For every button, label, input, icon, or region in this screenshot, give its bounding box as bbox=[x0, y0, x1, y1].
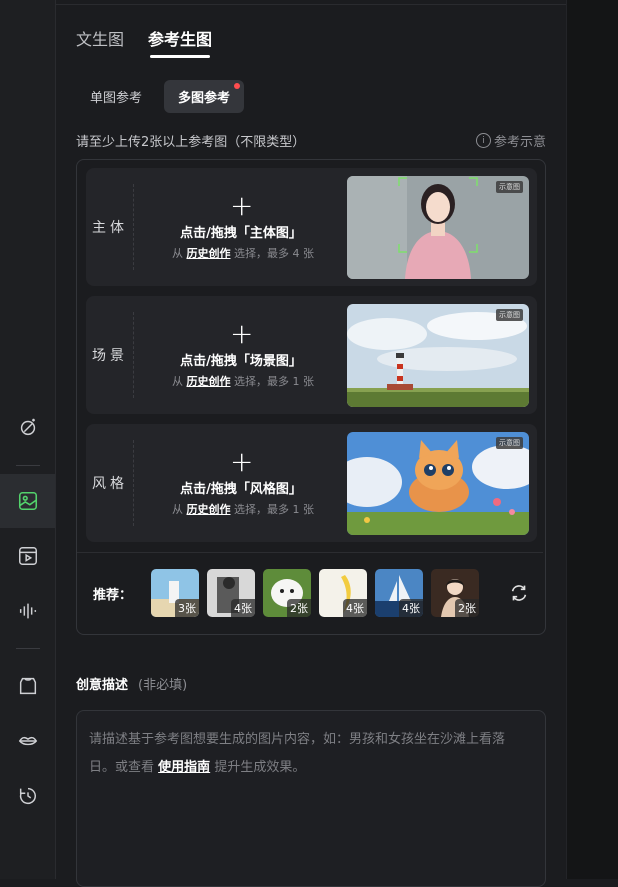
style-upload-text[interactable]: 点击/拖拽「风格图」 bbox=[156, 478, 326, 497]
recommend-item[interactable]: 4张 bbox=[319, 569, 367, 617]
scene-label: 场景 bbox=[92, 348, 128, 364]
subject-example-image: 示意图 bbox=[347, 176, 529, 279]
image-icon[interactable] bbox=[0, 474, 55, 528]
style-card[interactable]: 风格 + 点击/拖拽「风格图」 从 历史创作 选择，最多 1 张 示意图 bbox=[86, 424, 537, 542]
plus-icon[interactable]: + bbox=[230, 448, 253, 476]
subject-card[interactable]: 主体 + 点击/拖拽「主体图」 从 历史创作 选择，最多 4 张 示意图 bbox=[86, 168, 537, 286]
lips-icon[interactable] bbox=[0, 714, 55, 768]
subject-upload-text[interactable]: 点击/拖拽「主体图」 bbox=[156, 222, 326, 241]
video-icon[interactable] bbox=[0, 529, 55, 583]
tab-reference-image[interactable]: 参考生图 bbox=[148, 26, 212, 50]
example-tag: 示意图 bbox=[496, 437, 523, 449]
recommend-count: 2张 bbox=[455, 599, 479, 617]
recommend-item[interactable]: 2张 bbox=[431, 569, 479, 617]
recommend-label: 推荐： bbox=[93, 588, 133, 603]
magic-icon[interactable] bbox=[0, 400, 55, 454]
style-label: 风格 bbox=[92, 476, 128, 492]
recommend-count: 2张 bbox=[287, 599, 311, 617]
history-link[interactable]: 历史创作 bbox=[187, 247, 231, 260]
upload-hint: 请至少上传2张以上参考图（不限类型） bbox=[76, 135, 306, 150]
scene-upload-text[interactable]: 点击/拖拽「场景图」 bbox=[156, 350, 326, 369]
guide-link[interactable]: 使用指南 bbox=[158, 760, 210, 775]
dash-divider bbox=[133, 312, 134, 398]
placeholder-text-end: 提升生成效果。 bbox=[214, 760, 306, 775]
description-title: 创意描述 bbox=[76, 678, 129, 693]
description-optional: (非必填) bbox=[138, 678, 188, 693]
limit-text: 选择，最多 1 张 bbox=[234, 375, 314, 388]
info-icon: i bbox=[476, 133, 491, 148]
recommend-divider bbox=[77, 552, 543, 553]
avatar-icon[interactable] bbox=[0, 659, 55, 713]
audio-icon[interactable] bbox=[0, 584, 55, 638]
recommend-item[interactable]: 4张 bbox=[207, 569, 255, 617]
history-link[interactable]: 历史创作 bbox=[187, 375, 231, 388]
plus-icon[interactable]: + bbox=[230, 320, 253, 348]
limit-text: 选择，最多 1 张 bbox=[234, 503, 314, 516]
style-example-image: 示意图 bbox=[347, 432, 529, 535]
active-tab-underline bbox=[150, 55, 210, 58]
recommend-count: 3张 bbox=[175, 599, 199, 617]
dash-divider bbox=[133, 184, 134, 270]
history-icon[interactable] bbox=[0, 769, 55, 823]
from-text: 从 bbox=[172, 375, 183, 388]
recommend-item[interactable]: 3张 bbox=[151, 569, 199, 617]
ref-example-link[interactable]: i 参考示意 bbox=[476, 131, 546, 150]
history-link[interactable]: 历史创作 bbox=[187, 503, 231, 516]
subject-history-line: 从 历史创作 选择，最多 4 张 bbox=[158, 245, 328, 261]
dash-divider bbox=[133, 440, 134, 526]
recommend-item[interactable]: 2张 bbox=[263, 569, 311, 617]
from-text: 从 bbox=[172, 247, 183, 260]
single-ref-button[interactable]: 单图参考 bbox=[76, 80, 156, 113]
recommend-item[interactable]: 4张 bbox=[375, 569, 423, 617]
plus-icon[interactable]: + bbox=[230, 192, 253, 220]
limit-text: 选择，最多 4 张 bbox=[234, 247, 314, 260]
recommend-count: 4张 bbox=[343, 599, 367, 617]
recommend-count: 4张 bbox=[231, 599, 255, 617]
rail-divider bbox=[16, 648, 40, 649]
scene-example-image: 示意图 bbox=[347, 304, 529, 407]
example-tag: 示意图 bbox=[496, 309, 523, 321]
example-tag: 示意图 bbox=[496, 181, 523, 193]
refresh-icon[interactable] bbox=[508, 582, 530, 604]
right-area bbox=[566, 0, 618, 879]
subject-label: 主体 bbox=[92, 220, 128, 236]
top-divider bbox=[56, 4, 618, 5]
ref-example-label: 参考示意 bbox=[494, 135, 547, 150]
left-toolbar bbox=[0, 0, 56, 879]
from-text: 从 bbox=[172, 503, 183, 516]
description-placeholder: 请描述基于参考图想要生成的图片内容，如：男孩和女孩坐在沙滩上看落日。或查看 使用… bbox=[89, 726, 529, 782]
style-history-line: 从 历史创作 选择，最多 1 张 bbox=[158, 501, 328, 517]
scene-card[interactable]: 场景 + 点击/拖拽「场景图」 从 历史创作 选择，最多 1 张 示意图 bbox=[86, 296, 537, 414]
recommend-count: 4张 bbox=[399, 599, 423, 617]
multi-ref-button[interactable]: 多图参考 bbox=[164, 80, 244, 113]
rail-divider bbox=[16, 465, 40, 466]
scene-history-line: 从 历史创作 选择，最多 1 张 bbox=[158, 373, 328, 389]
new-dot bbox=[234, 83, 240, 89]
tab-text-to-image[interactable]: 文生图 bbox=[76, 26, 124, 50]
